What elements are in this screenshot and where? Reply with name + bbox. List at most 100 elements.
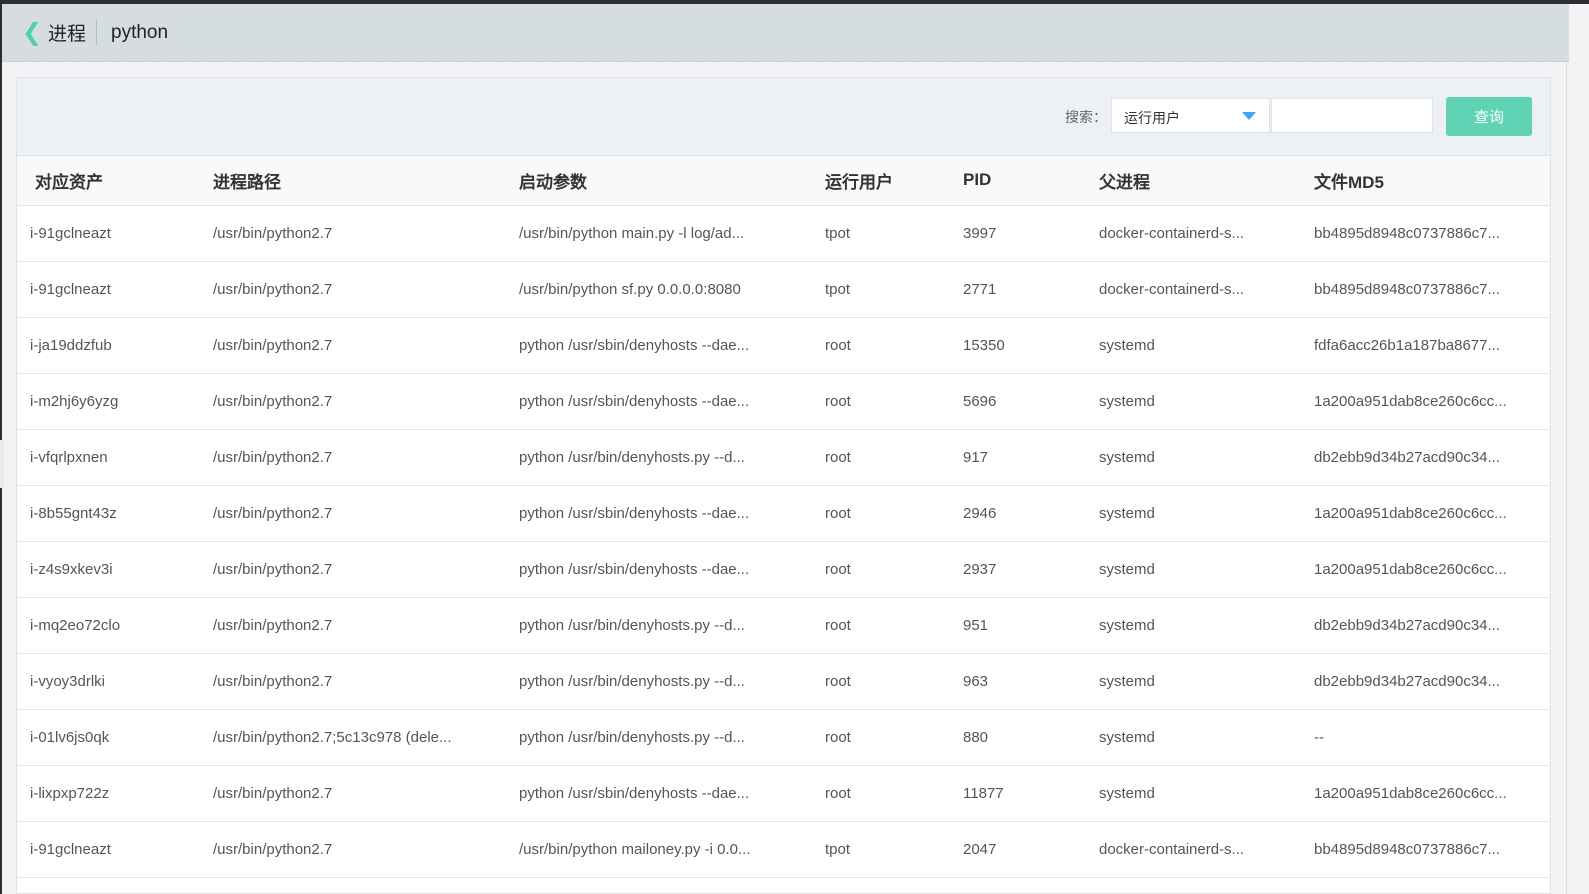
cell-path: /usr/bin/python2.7 [213, 765, 519, 822]
table-row[interactable]: i-z4s9xkev3i/usr/bin/python2.7 python /us… [17, 541, 1550, 598]
cell-args: /usr/bin/python mailoney.py -i 0.0... [519, 821, 825, 878]
cell-parent: systemd [1099, 429, 1314, 486]
cell-pid: 2937 [963, 541, 1099, 598]
table-row[interactable]: i-vyoy3drlki/usr/bin/python2.7 python /us… [17, 653, 1550, 710]
cell-pid: 917 [963, 429, 1099, 486]
cell-asset: i-vyoy3drlki [17, 653, 213, 710]
search-input[interactable] [1271, 98, 1433, 133]
cell-pid: 15350 [963, 317, 1099, 374]
search-field-select[interactable]: 运行用户 [1111, 98, 1270, 133]
cell-args: python /usr/sbin/denyhosts --dae... [519, 317, 825, 374]
cell-md5: bb4895d8948c0737886c7... [1314, 261, 1550, 318]
cell-args: python /usr/sbin/denyhosts --dae... [519, 541, 825, 598]
cell-md5: bb4895d8948c0737886c7... [1314, 821, 1550, 878]
page-header: ❮ 进程 python [2, 4, 1569, 62]
cell-parent: docker-containerd-s... [1099, 821, 1314, 878]
table-row[interactable]: i-8b55gnt43z/usr/bin/python2.7 python /us… [17, 485, 1550, 542]
cell-pid: 5696 [963, 373, 1099, 430]
table-row[interactable]: i-91gclneazt/usr/bin/python2.7/usr/bin/p… [17, 205, 1550, 262]
table-row[interactable]: i-vfqrlpxnen/usr/bin/python2.7 python /us… [17, 429, 1550, 486]
cell-asset: i-91gclneazt [17, 821, 213, 878]
cell-parent: systemd [1099, 373, 1314, 430]
search-bar: 搜索： 运行用户 查询 [17, 78, 1550, 156]
cell-asset: i-8b55gnt43z [17, 485, 213, 542]
cell-pid: 11877 [963, 765, 1099, 822]
cell-pid: 2771 [963, 261, 1099, 318]
cell-asset: i-lixpxp722z [17, 765, 213, 822]
cell-pid: 3997 [963, 205, 1099, 262]
cell-parent: systemd [1099, 709, 1314, 766]
cell-parent: docker-containerd-s... [1099, 205, 1314, 262]
cell-user: root [825, 373, 963, 430]
cell-path: /usr/bin/python2.7 [213, 317, 519, 374]
cell-user: root [825, 485, 963, 542]
cell-args: python /usr/bin/denyhosts.py --d... [519, 653, 825, 710]
cell-path: /usr/bin/python2.7 [213, 597, 519, 654]
table-row[interactable]: i-91gclneazt/usr/bin/python2.7/usr/bin/p… [17, 821, 1550, 878]
column-header-parent: 父进程 [1099, 156, 1314, 206]
cell-path: /usr/bin/python2.7 [213, 821, 519, 878]
cell-pid: 963 [963, 653, 1099, 710]
search-label: 搜索： [1065, 109, 1107, 125]
table-row[interactable]: i-01lv6js0qk/usr/bin/python2.7;5c13c978 … [17, 709, 1550, 766]
column-header-user: 运行用户 [825, 156, 963, 206]
cell-md5: db2ebb9d34b27acd90c34... [1314, 597, 1550, 654]
cell-path: /usr/bin/python2.7 [213, 373, 519, 430]
cell-md5: 1a200a951dab8ce260c6cc... [1314, 765, 1550, 822]
cell-asset: i-91gclneazt [17, 205, 213, 262]
cell-md5: db2ebb9d34b27acd90c34... [1314, 429, 1550, 486]
cell-asset: i-01lv6js0qk [17, 709, 213, 766]
cell-path: /usr/bin/python2.7;5c13c978 (dele... [213, 709, 519, 766]
table-row[interactable]: i-ja19ddzfub/usr/bin/python2.7 python /us… [17, 317, 1550, 374]
column-header-md5: 文件MD5 [1314, 156, 1550, 206]
table-row[interactable]: i-m2hj6y6yzg/usr/bin/python2.7 python /us… [17, 373, 1550, 430]
table-row[interactable]: i-mq2eo72clo/usr/bin/python2.7 python /us… [17, 597, 1550, 654]
cell-md5: -- [1314, 709, 1550, 766]
cell-md5: 1a200a951dab8ce260c6cc... [1314, 373, 1550, 430]
cell-path: /usr/bin/python2.7 [213, 429, 519, 486]
column-header-pid: PID [963, 156, 1099, 206]
table-row[interactable]: i-91gclneazt/usr/bin/python2.7/usr/bin/p… [17, 261, 1550, 318]
cell-path: /usr/bin/python2.7 [213, 485, 519, 542]
cell-user: root [825, 429, 963, 486]
cell-user: root [825, 541, 963, 598]
cell-path: /usr/bin/python2.7 [213, 261, 519, 318]
cell-asset: i-vfqrlpxnen [17, 429, 213, 486]
cell-args: python /usr/bin/denyhosts.py --d... [519, 597, 825, 654]
cell-md5: 1a200a951dab8ce260c6cc... [1314, 485, 1550, 542]
cell-parent: systemd [1099, 317, 1314, 374]
cell-args: /usr/bin/python sf.py 0.0.0.0:8080 [519, 261, 825, 318]
cell-pid: 951 [963, 597, 1099, 654]
column-header-args: 启动参数 [519, 156, 825, 206]
table-row[interactable]: i-lixpxp722z/usr/bin/python2.7 python /us… [17, 765, 1550, 822]
cell-args: python /usr/sbin/denyhosts --dae... [519, 373, 825, 430]
cell-md5: bb4895d8948c0737886c7... [1314, 205, 1550, 262]
cell-md5: fdfa6acc26b1a187ba8677... [1314, 317, 1550, 374]
cell-md5: db2ebb9d34b27acd90c34... [1314, 653, 1550, 710]
sidebar-collapse-handle[interactable] [0, 440, 4, 488]
cell-path: /usr/bin/python2.7 [213, 653, 519, 710]
cell-user: tpot [825, 261, 963, 318]
column-header-asset: 对应资产 [17, 156, 213, 206]
page-scrollbar[interactable] [1566, 62, 1589, 894]
cell-parent: systemd [1099, 765, 1314, 822]
cell-user: root [825, 709, 963, 766]
cell-user: root [825, 765, 963, 822]
table-header-row: 对应资产 进程路径 启动参数 运行用户 PID 父进程 文件MD5 [17, 156, 1550, 206]
cell-user: root [825, 317, 963, 374]
cell-parent: systemd [1099, 485, 1314, 542]
chevron-left-icon[interactable]: ❮ [22, 18, 48, 47]
breadcrumb-processes[interactable]: 进程 [48, 19, 86, 46]
cell-user: root [825, 653, 963, 710]
page-title: python [111, 21, 169, 43]
cell-pid: 2946 [963, 485, 1099, 542]
cell-parent: systemd [1099, 653, 1314, 710]
cell-pid: 880 [963, 709, 1099, 766]
query-button[interactable]: 查询 [1446, 97, 1532, 136]
cell-path: /usr/bin/python2.7 [213, 541, 519, 598]
cell-pid: 2047 [963, 821, 1099, 878]
cell-args: python /usr/bin/denyhosts.py --d... [519, 429, 825, 486]
column-header-path: 进程路径 [213, 156, 519, 206]
cell-parent: systemd [1099, 597, 1314, 654]
cell-args: python /usr/sbin/denyhosts --dae... [519, 765, 825, 822]
